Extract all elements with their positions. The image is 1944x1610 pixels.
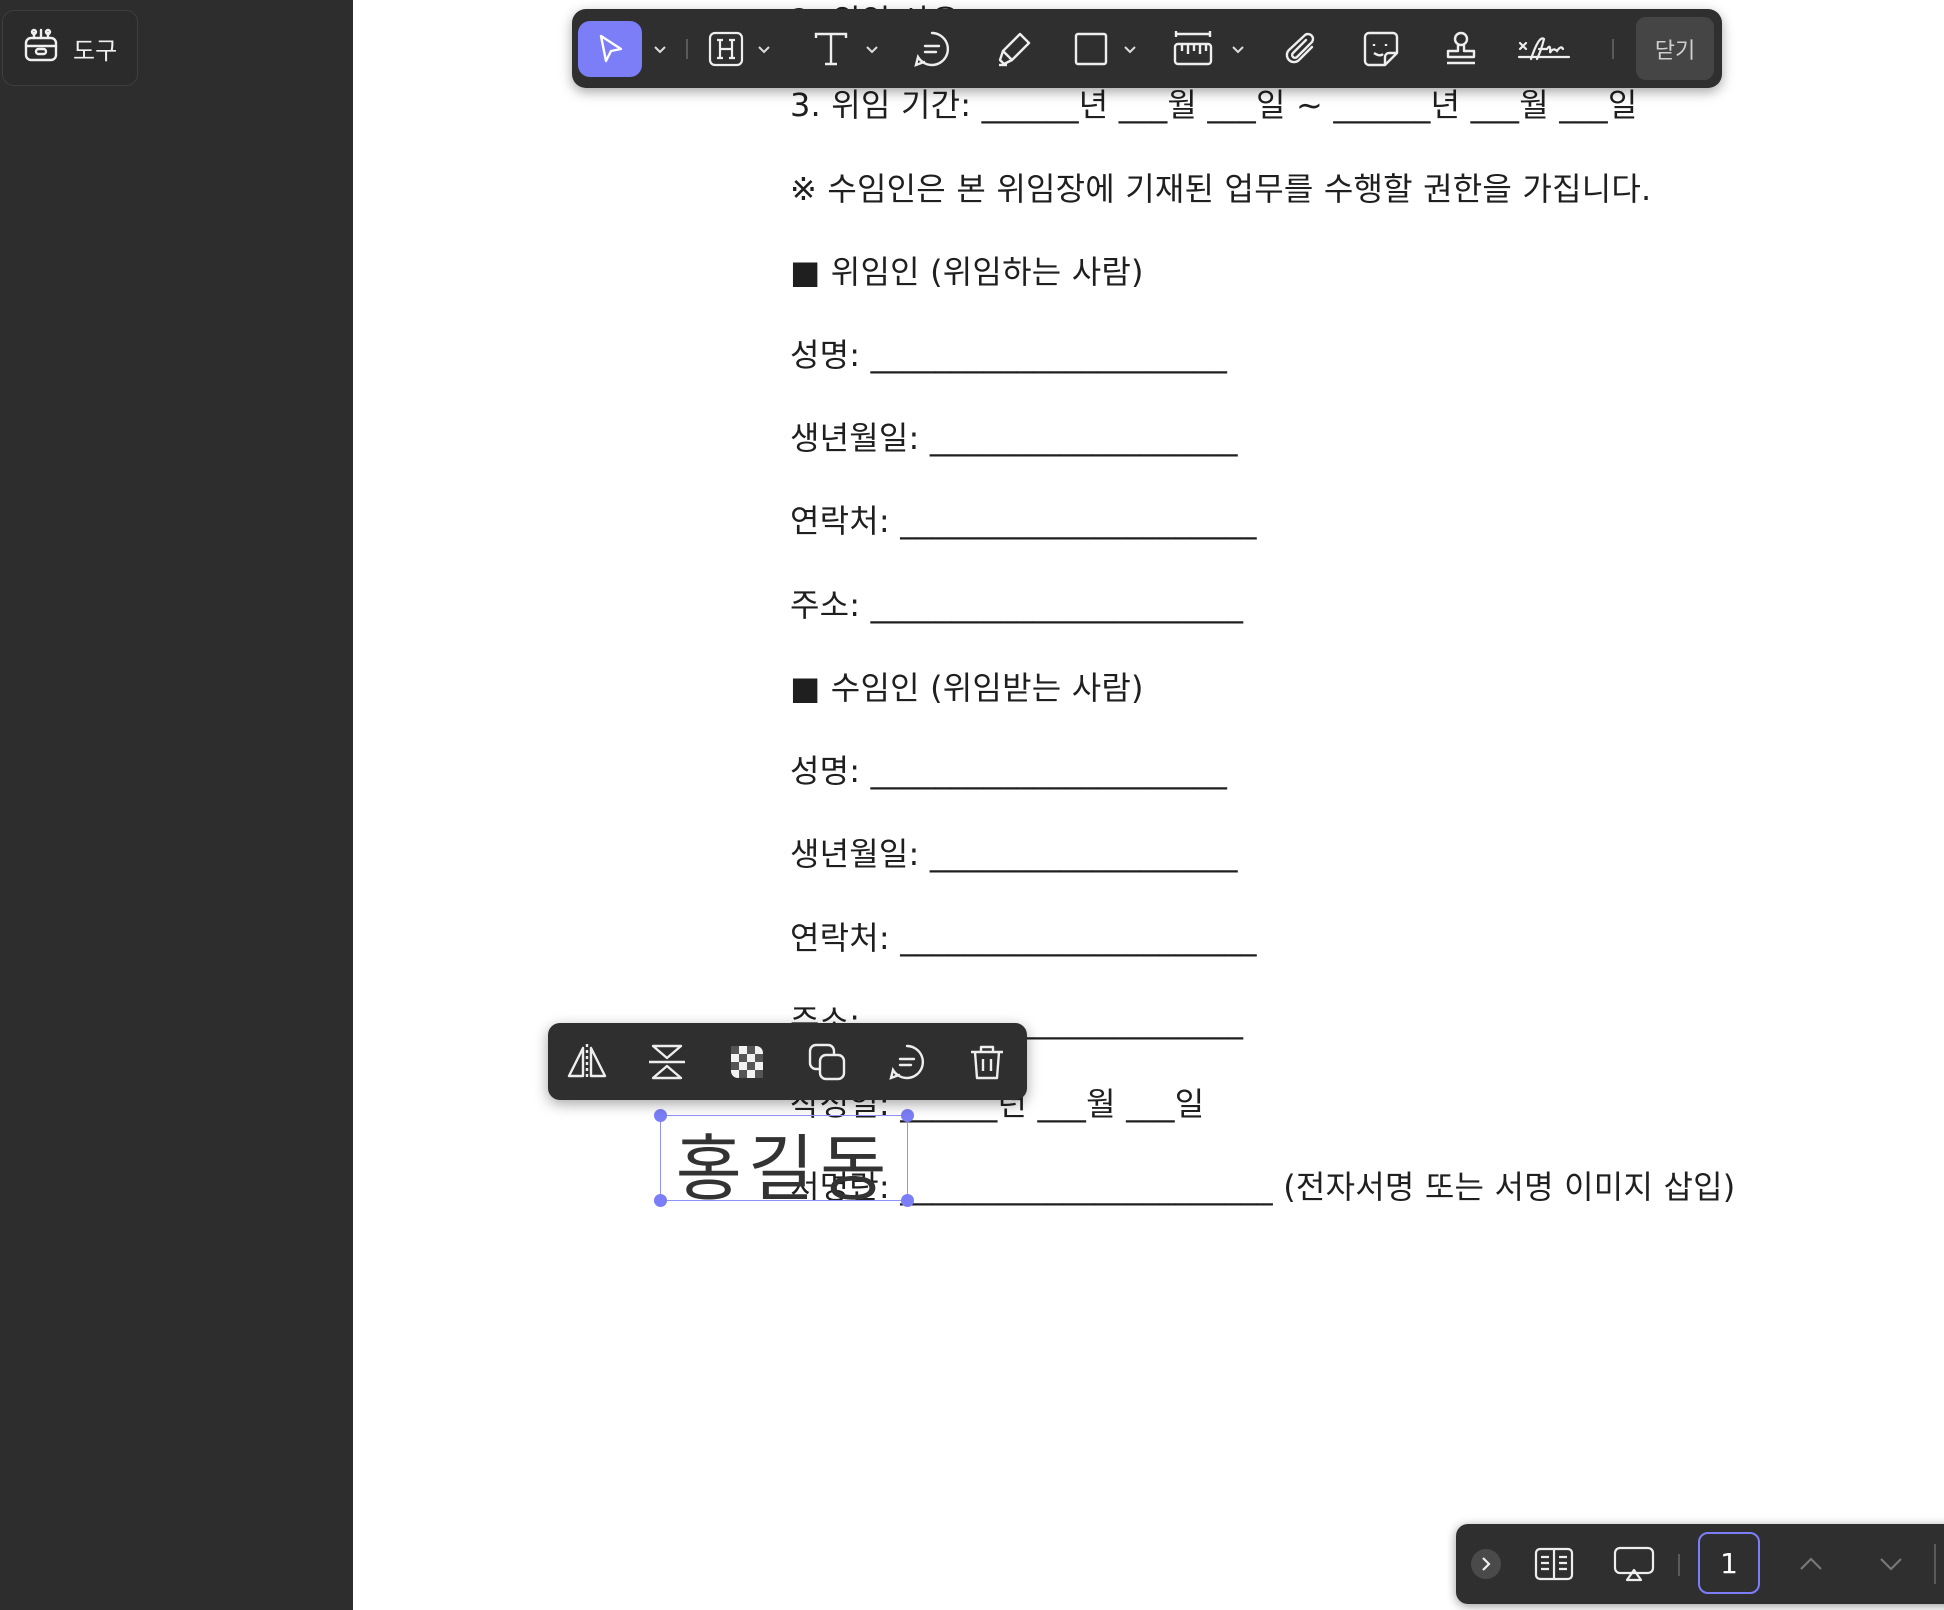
comment-tool-button[interactable] bbox=[907, 21, 957, 77]
presentation-icon bbox=[1613, 1546, 1655, 1582]
shape-tool-dropdown[interactable] bbox=[1118, 21, 1142, 77]
heading-icon bbox=[708, 31, 744, 67]
paperclip-icon bbox=[1285, 32, 1315, 64]
text-tool-dropdown[interactable] bbox=[860, 21, 884, 77]
object-context-toolbar bbox=[548, 1023, 1027, 1100]
chevron-right-icon bbox=[1471, 1549, 1501, 1579]
transparency-button[interactable] bbox=[722, 1037, 772, 1087]
toolbar-divider bbox=[686, 39, 688, 59]
previous-page-button[interactable] bbox=[1786, 1536, 1836, 1592]
duplicate-icon bbox=[808, 1043, 846, 1081]
signature-text: 홍길동 bbox=[675, 1127, 893, 1211]
current-page-input[interactable]: 1 bbox=[1698, 1532, 1760, 1594]
chevron-down-icon bbox=[1124, 46, 1136, 54]
chevron-down-icon bbox=[1880, 1558, 1902, 1571]
tools-button[interactable]: 도구 bbox=[2, 10, 138, 86]
resize-handle-bottom-left[interactable] bbox=[654, 1194, 667, 1207]
select-tool-button[interactable] bbox=[578, 21, 642, 77]
annotation-toolbar: 닫기 bbox=[572, 9, 1722, 88]
signature-icon bbox=[1517, 37, 1571, 61]
highlighter-icon bbox=[998, 32, 1031, 67]
chevron-up-icon bbox=[1800, 1557, 1822, 1570]
doc-section-delegator: ■ 위임인 (위임하는 사람) bbox=[790, 253, 1144, 291]
text-tool-button[interactable] bbox=[807, 21, 855, 77]
duplicate-button[interactable] bbox=[802, 1037, 852, 1087]
presentation-mode-button[interactable] bbox=[1606, 1536, 1662, 1592]
left-sidebar: 도구 bbox=[0, 0, 353, 1610]
close-toolbar-button[interactable]: 닫기 bbox=[1636, 17, 1714, 80]
select-pointer-icon bbox=[599, 34, 623, 63]
flip-horizontal-button[interactable] bbox=[562, 1037, 612, 1087]
nav-divider bbox=[1678, 1554, 1680, 1576]
toolbar-divider bbox=[1612, 39, 1614, 59]
heading-tool-dropdown[interactable] bbox=[752, 21, 776, 77]
doc-field-address: 주소: _______________________ bbox=[790, 586, 1244, 624]
chevron-down-icon bbox=[654, 46, 666, 54]
sticker-icon bbox=[1363, 31, 1399, 67]
shape-tool-button[interactable] bbox=[1068, 21, 1114, 77]
doc-field-contact: 연락처: ______________________ bbox=[790, 502, 1257, 540]
flip-horizontal-icon bbox=[567, 1044, 607, 1080]
attachment-tool-button[interactable] bbox=[1277, 21, 1327, 77]
reading-mode-button[interactable] bbox=[1526, 1536, 1582, 1592]
measure-tool-dropdown[interactable] bbox=[1226, 21, 1250, 77]
comment-icon bbox=[889, 1044, 925, 1080]
doc-field-contact: 연락처: ______________________ bbox=[790, 919, 1257, 957]
nav-divider bbox=[1934, 1544, 1936, 1584]
resize-handle-bottom-right[interactable] bbox=[901, 1194, 914, 1207]
doc-field-signature: 서명란: _______________________ (전자서명 또는 서명… bbox=[790, 1168, 1736, 1206]
doc-field-name: 성명: ______________________ bbox=[790, 752, 1228, 790]
signature-tool-button[interactable] bbox=[1515, 21, 1573, 77]
text-icon bbox=[814, 32, 848, 66]
doc-section-delegate: ■ 수임인 (위임받는 사람) bbox=[790, 669, 1144, 707]
ruler-icon bbox=[1173, 31, 1213, 66]
rectangle-icon bbox=[1074, 32, 1108, 66]
page-navigation-bar: 1 bbox=[1456, 1524, 1944, 1604]
delete-button[interactable] bbox=[962, 1037, 1012, 1087]
book-icon bbox=[1534, 1547, 1574, 1581]
delete-icon bbox=[971, 1045, 1003, 1080]
resize-handle-top-left[interactable] bbox=[654, 1109, 667, 1122]
doc-line-notice: ※ 수임인은 본 위임장에 기재된 업무를 수행할 권한을 가집니다. bbox=[790, 170, 1652, 208]
next-page-button[interactable] bbox=[1866, 1536, 1916, 1592]
chevron-down-icon bbox=[758, 46, 770, 54]
doc-field-birthdate: 생년월일: ___________________ bbox=[790, 419, 1238, 457]
highlighter-tool-button[interactable] bbox=[989, 21, 1039, 77]
sticker-tool-button[interactable] bbox=[1356, 21, 1406, 77]
resize-handle-top-right[interactable] bbox=[901, 1109, 914, 1122]
add-comment-button[interactable] bbox=[882, 1037, 932, 1087]
tools-label: 도구 bbox=[73, 36, 118, 65]
doc-field-birthdate: 생년월일: ___________________ bbox=[790, 835, 1238, 873]
stamp-icon bbox=[1446, 31, 1476, 65]
signature-object[interactable]: 홍길동 bbox=[654, 1109, 914, 1211]
measure-tool-button[interactable] bbox=[1168, 21, 1218, 77]
flip-vertical-icon bbox=[649, 1044, 685, 1080]
document-page: 2. 위임 사유 3. 위임 기간: ______년 ___월 ___일 ~ _… bbox=[353, 0, 1944, 1610]
stamp-tool-button[interactable] bbox=[1436, 21, 1486, 77]
heading-tool-button[interactable] bbox=[702, 21, 750, 77]
comment-icon bbox=[914, 31, 950, 67]
chevron-down-icon bbox=[1232, 46, 1244, 54]
transparency-icon bbox=[731, 1046, 763, 1078]
chevron-down-icon bbox=[866, 46, 878, 54]
flip-vertical-button[interactable] bbox=[642, 1037, 692, 1087]
select-tool-dropdown[interactable] bbox=[648, 21, 672, 77]
expand-panel-button[interactable] bbox=[1466, 1536, 1506, 1592]
toolbox-icon bbox=[21, 25, 61, 71]
doc-field-name: 성명: ______________________ bbox=[790, 336, 1228, 374]
